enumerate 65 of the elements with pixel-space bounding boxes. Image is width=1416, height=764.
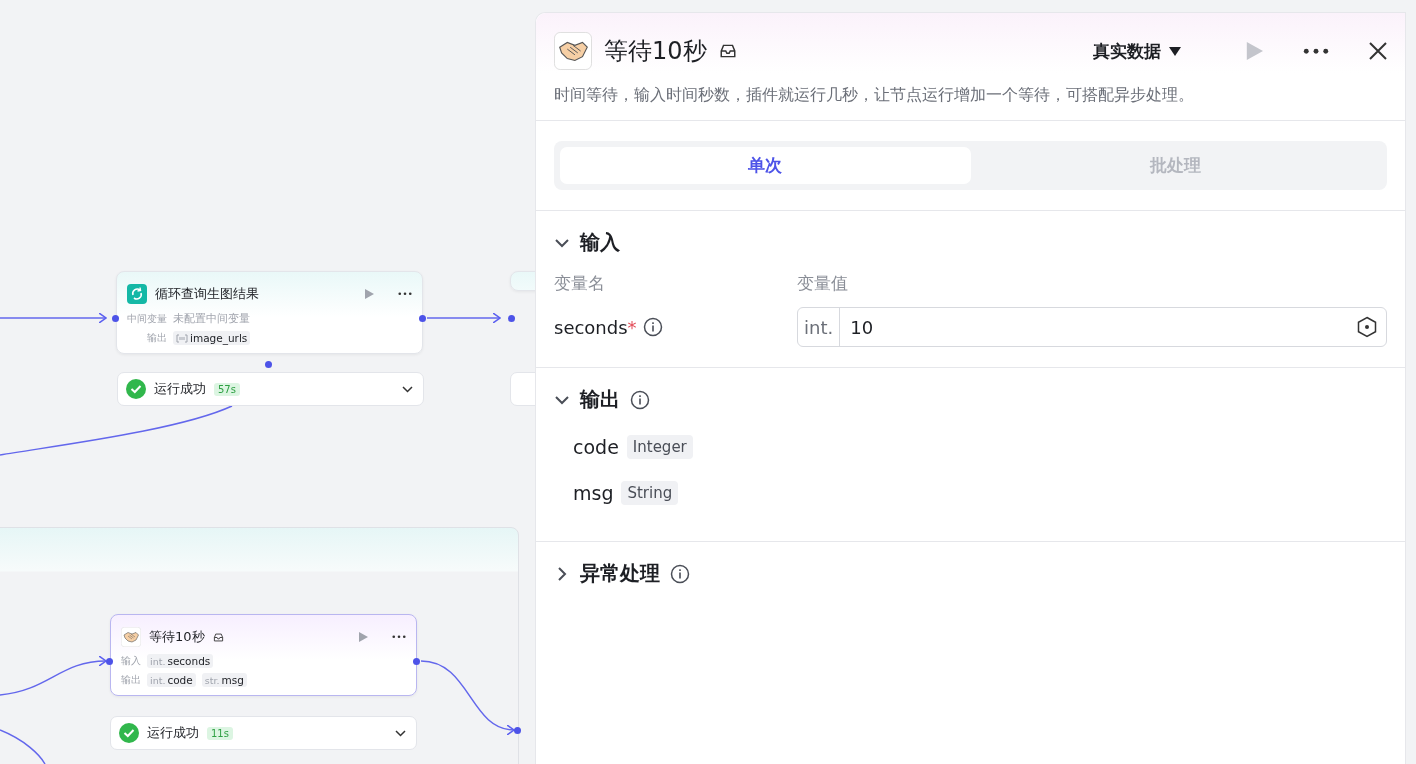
column-label: 变量值 <box>797 272 849 295</box>
array-icon <box>176 333 188 343</box>
variable-tag: int. seconds <box>147 654 214 668</box>
required-mark: * <box>627 316 637 338</box>
port-dot[interactable] <box>112 315 119 322</box>
variable-tag: image_urls <box>173 331 251 345</box>
variable-tag: str. msg <box>201 673 247 687</box>
tray-icon <box>718 42 737 60</box>
close-icon <box>1369 42 1387 60</box>
status-bar[interactable]: 运行成功 11s <box>110 716 417 750</box>
data-source-dropdown[interactable]: 真实数据 <box>1093 39 1181 63</box>
value-field[interactable]: int. 10 <box>797 307 1387 347</box>
row-label: 输出 <box>121 673 141 687</box>
output-name: code <box>573 436 619 458</box>
section-toggle[interactable]: 异常处理 <box>554 560 690 587</box>
connector-line <box>0 729 46 764</box>
node-description: 时间等待，输入时间秒数，插件就运行几秒，让节点运行增加一个等待，可搭配异步处理。 <box>554 85 1195 106</box>
info-icon <box>630 389 650 410</box>
port-dot[interactable] <box>514 727 521 734</box>
more-icon[interactable] <box>392 635 406 639</box>
node-card[interactable]: 等待10秒 输入 int. seconds 输出 int. code str. msg <box>110 614 417 696</box>
param-name: seconds <box>554 316 628 338</box>
row-label: 输入 <box>121 654 141 668</box>
status-bar[interactable]: 运行成功 57s <box>117 372 424 406</box>
port-dot[interactable] <box>265 361 272 368</box>
duration-badge: 57s <box>214 382 240 396</box>
duration-badge: 11s <box>207 726 233 740</box>
handshake-icon <box>121 627 141 647</box>
loop-icon <box>127 284 147 304</box>
port-dot[interactable] <box>106 658 113 665</box>
success-icon <box>119 723 139 743</box>
more-button[interactable] <box>1303 47 1329 55</box>
port-dot[interactable] <box>413 658 420 665</box>
close-button[interactable] <box>1369 42 1387 60</box>
tray-icon <box>212 631 224 643</box>
row-label: 输出 <box>147 331 167 345</box>
port-dot[interactable] <box>508 315 515 322</box>
handshake-icon <box>554 32 592 70</box>
node-title: 循环查询生图结果 <box>155 285 259 303</box>
section-toggle[interactable]: 输出 <box>554 386 650 413</box>
panel-title: 等待10秒 <box>604 36 707 67</box>
output-type: Integer <box>626 435 693 459</box>
variable-tag: int. code <box>147 673 196 687</box>
node-title: 等待10秒 <box>149 628 205 646</box>
status-text: 运行成功 <box>147 724 199 742</box>
value-input[interactable]: 10 <box>840 316 1356 338</box>
row-value: 未配置中间变量 <box>173 311 250 326</box>
info-icon <box>642 317 663 337</box>
chevron-down-icon[interactable] <box>402 385 413 393</box>
success-icon <box>126 379 146 399</box>
node-card[interactable]: 循环查询生图结果 中间变量 未配置中间变量 输出 image_urls <box>116 271 423 354</box>
section-toggle[interactable]: 输入 <box>554 229 620 256</box>
chevron-down-icon[interactable] <box>395 729 406 737</box>
more-icon[interactable] <box>398 292 412 296</box>
row-label: 中间变量 <box>127 311 167 326</box>
output-type: String <box>621 481 679 505</box>
output-name: msg <box>573 482 614 504</box>
type-prefix: int. <box>798 308 841 346</box>
mode-tab[interactable]: 单次 <box>560 147 971 184</box>
port-dot[interactable] <box>419 315 426 322</box>
variable-icon[interactable] <box>1356 316 1378 338</box>
caret-icon <box>1169 46 1181 56</box>
column-label: 变量名 <box>554 272 606 295</box>
status-text: 运行成功 <box>154 380 206 398</box>
info-icon <box>670 563 690 584</box>
